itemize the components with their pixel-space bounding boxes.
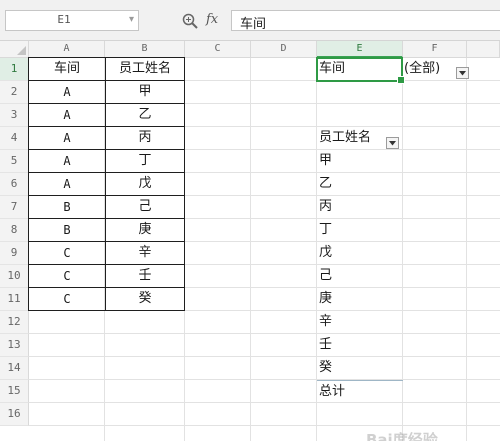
row-header-4[interactable]: 4	[0, 127, 29, 150]
source-cell-workshop[interactable]: B	[28, 218, 106, 242]
row-header-13[interactable]: 13	[0, 334, 29, 357]
formula-input[interactable]: 车间	[231, 10, 500, 32]
source-header-employee[interactable]: 员工姓名	[105, 57, 185, 81]
source-cell-workshop[interactable]: C	[28, 287, 106, 311]
source-cell-employee[interactable]: 戊	[105, 172, 185, 196]
source-cell-workshop[interactable]: A	[28, 126, 106, 150]
formula-content: 车间	[240, 17, 267, 32]
source-cell-workshop[interactable]: A	[28, 103, 106, 127]
pivot-row-item[interactable]: 庚	[317, 288, 403, 311]
pivot-row-item[interactable]: 乙	[317, 173, 403, 196]
fx-icon[interactable]: fx	[206, 12, 218, 27]
row-header-12[interactable]: 12	[0, 311, 29, 334]
grid-line	[29, 379, 500, 380]
source-header-workshop[interactable]: 车间	[28, 57, 106, 81]
pivot-row-item[interactable]: 丁	[317, 219, 403, 242]
source-cell-employee[interactable]: 庚	[105, 218, 185, 242]
row-header-3[interactable]: 3	[0, 104, 29, 127]
row-header-16[interactable]: 16	[0, 403, 29, 426]
pivot-row-item[interactable]: 癸	[317, 357, 403, 380]
zoom-icon[interactable]	[181, 12, 199, 30]
grid-line	[29, 333, 500, 334]
grid-line	[29, 356, 500, 357]
row-header-7[interactable]: 7	[0, 196, 29, 219]
source-cell-employee[interactable]: 辛	[105, 241, 185, 265]
grid-line	[250, 58, 251, 441]
watermark-logo: Bai度经验	[366, 431, 438, 441]
column-header-b[interactable]: B	[105, 41, 185, 58]
pivot-row-item[interactable]: 戊	[317, 242, 403, 265]
source-cell-employee[interactable]: 癸	[105, 287, 185, 311]
select-all-triangle-icon	[17, 46, 26, 55]
row-header-9[interactable]: 9	[0, 242, 29, 265]
source-cell-workshop[interactable]: A	[28, 149, 106, 173]
grid-line	[29, 425, 500, 426]
chevron-down-icon[interactable]: ▾	[129, 14, 134, 25]
row-header-1[interactable]: 1	[0, 58, 29, 81]
pivot-row-item[interactable]: 己	[317, 265, 403, 288]
column-header-g[interactable]	[467, 41, 500, 58]
select-all-corner[interactable]	[0, 41, 29, 58]
source-cell-employee[interactable]: 壬	[105, 264, 185, 288]
row-header-8[interactable]: 8	[0, 219, 29, 242]
grid-line	[29, 402, 500, 403]
pivot-total[interactable]: 总计	[317, 380, 403, 403]
pivot-filter-field[interactable]: 车间	[317, 58, 403, 81]
row-header-14[interactable]: 14	[0, 357, 29, 380]
column-header-d[interactable]: D	[251, 41, 317, 58]
source-cell-employee[interactable]: 丁	[105, 149, 185, 173]
pivot-row-item[interactable]: 丙	[317, 196, 403, 219]
column-header-f[interactable]: F	[403, 41, 467, 58]
source-cell-employee[interactable]: 乙	[105, 103, 185, 127]
formula-bar: E1 ▾ fx 车间	[0, 0, 500, 41]
column-header-e[interactable]: E	[317, 41, 403, 58]
name-box-value: E1	[57, 13, 71, 26]
row-header-2[interactable]: 2	[0, 81, 29, 104]
grid-line	[466, 58, 467, 441]
chevron-down-icon	[459, 71, 466, 76]
pivot-row-item[interactable]: 辛	[317, 311, 403, 334]
row-field-dropdown-button[interactable]	[386, 137, 399, 149]
source-cell-employee[interactable]: 丙	[105, 126, 185, 150]
source-cell-workshop[interactable]: C	[28, 241, 106, 265]
pivot-row-item[interactable]: 甲	[317, 150, 403, 173]
row-header-15[interactable]: 15	[0, 380, 29, 403]
pivot-row-item[interactable]: 壬	[317, 334, 403, 357]
row-header-11[interactable]: 11	[0, 288, 29, 311]
spreadsheet-grid[interactable]: A B C D E F 1 2 3 4 5 6 7 8 9 10 11 12 1…	[0, 41, 500, 441]
source-cell-workshop[interactable]: C	[28, 264, 106, 288]
row-header-10[interactable]: 10	[0, 265, 29, 288]
source-cell-employee[interactable]: 己	[105, 195, 185, 219]
source-cell-workshop[interactable]: A	[28, 172, 106, 196]
source-cell-employee[interactable]: 甲	[105, 80, 185, 104]
column-header-a[interactable]: A	[29, 41, 105, 58]
chevron-down-icon	[389, 141, 396, 146]
row-header-6[interactable]: 6	[0, 173, 29, 196]
row-header-5[interactable]: 5	[0, 150, 29, 173]
column-header-c[interactable]: C	[185, 41, 251, 58]
name-box[interactable]: E1 ▾	[5, 10, 139, 31]
source-cell-workshop[interactable]: A	[28, 80, 106, 104]
source-cell-workshop[interactable]: B	[28, 195, 106, 219]
fill-handle[interactable]	[397, 76, 405, 84]
filter-dropdown-button[interactable]	[456, 67, 469, 79]
